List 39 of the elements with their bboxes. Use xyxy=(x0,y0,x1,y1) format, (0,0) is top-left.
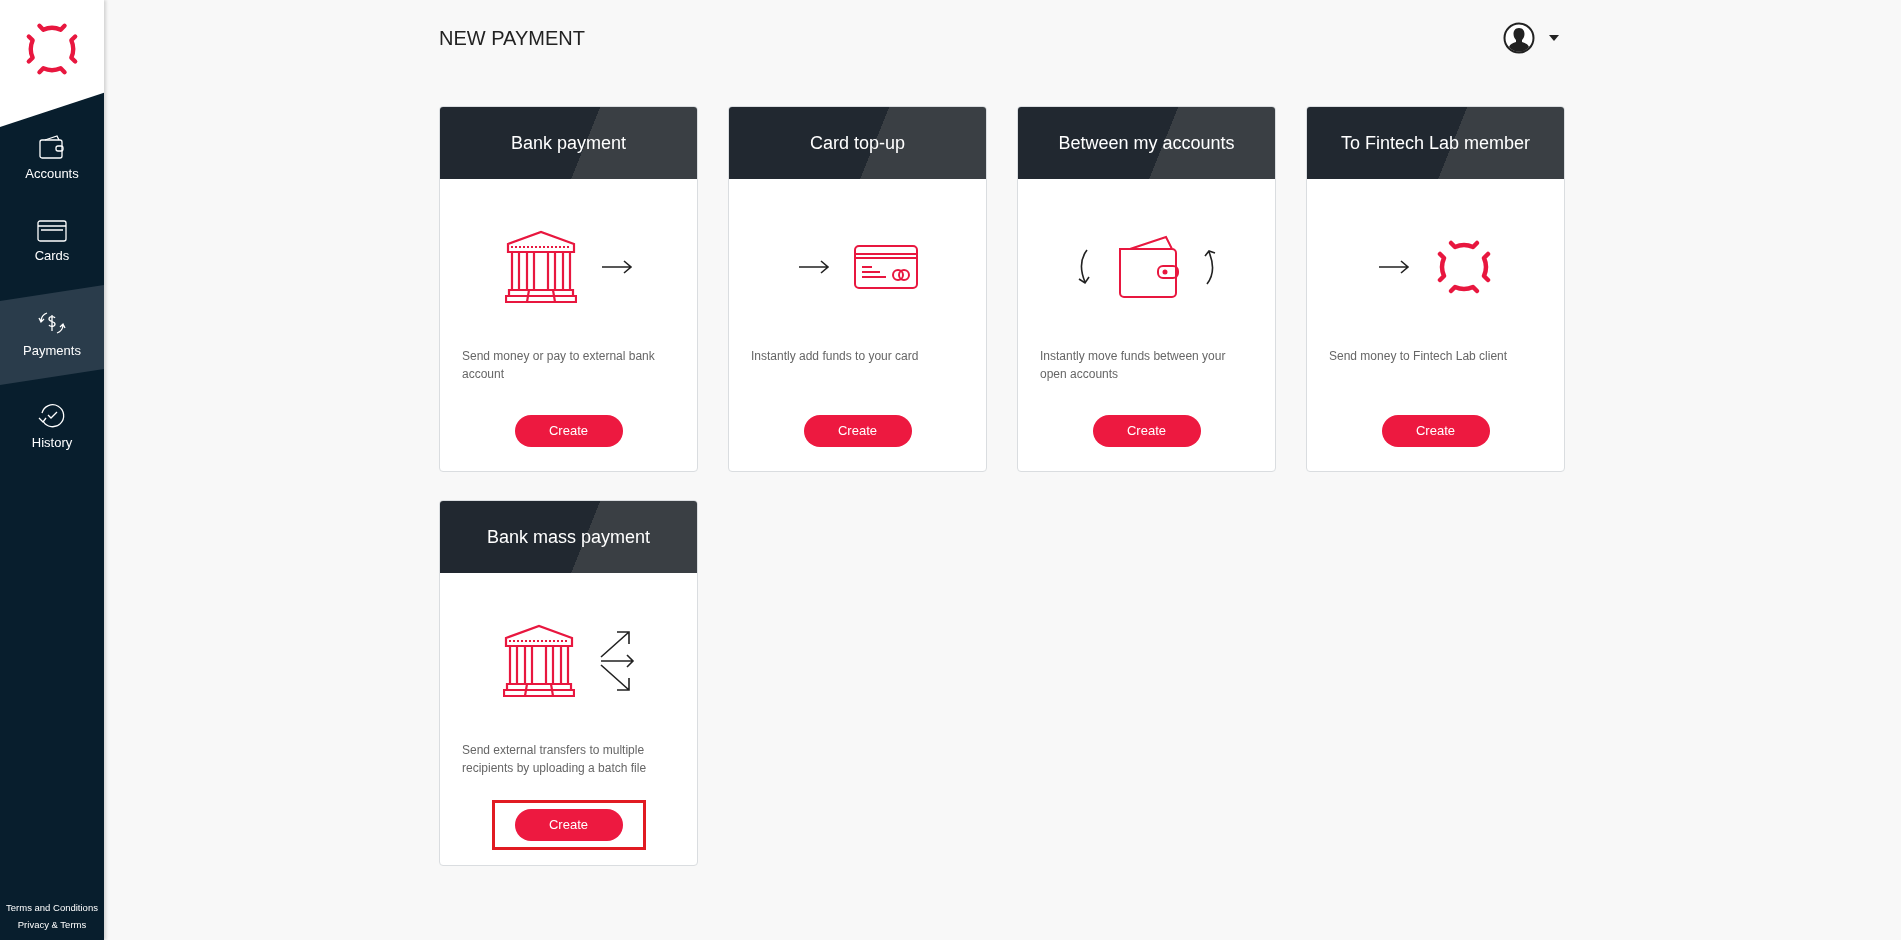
nav-label: Accounts xyxy=(25,165,79,184)
card-description: Send external transfers to multiple recipients by uploading a batch file xyxy=(461,742,648,777)
card-title: Between my accounts xyxy=(1058,131,1235,155)
create-button[interactable]: Create xyxy=(1092,415,1201,447)
sidebar-nav-item[interactable]: Accounts xyxy=(0,117,104,201)
card-title: Bank payment xyxy=(510,131,627,155)
create-button[interactable]: Create xyxy=(514,415,623,447)
avatar-icon[interactable] xyxy=(1503,22,1535,54)
footer-link[interactable]: Terms and Conditions xyxy=(6,900,98,915)
page-title: NEW PAYMENT xyxy=(439,26,585,50)
card-description: Instantly move funds between your open accounts xyxy=(1039,348,1227,383)
credit-card-icon xyxy=(37,220,67,243)
wallet-icon xyxy=(38,134,66,161)
three-arrows-icon xyxy=(598,629,635,693)
nav-label: Cards xyxy=(34,247,70,266)
create-button[interactable]: Create xyxy=(803,415,912,447)
clock-arrow-icon xyxy=(38,401,66,430)
arrow-icon xyxy=(797,259,830,275)
card-description: Send money or pay to external bank account xyxy=(461,348,656,383)
bank-building-icon xyxy=(504,230,577,304)
sidebar-nav-item[interactable]: Cards xyxy=(0,201,104,285)
card-description: Send money to Fintech Lab client xyxy=(1328,348,1509,365)
credit-card-icon xyxy=(853,245,918,289)
arrow-icon xyxy=(1377,259,1410,275)
create-button[interactable]: Create xyxy=(514,809,623,841)
sidebar-nav-item[interactable]: History xyxy=(0,385,104,469)
bank-building-icon xyxy=(502,624,575,698)
card-description: Instantly add funds to your card xyxy=(750,348,920,365)
card-title: Card top-up xyxy=(809,131,906,155)
dropdown-caret-icon[interactable] xyxy=(1549,35,1559,41)
footer-link[interactable]: Privacy & Terms xyxy=(17,917,87,932)
sidebar-nav-item[interactable]: Payments xyxy=(0,285,104,385)
card-title: Bank mass payment xyxy=(486,525,651,549)
nav-label: Payments xyxy=(23,342,81,361)
nav-label: History xyxy=(31,434,73,453)
create-button[interactable]: Create xyxy=(1381,415,1490,447)
card-title: To Fintech Lab member xyxy=(1340,131,1531,155)
arrow-icon xyxy=(600,259,633,275)
curved-arrow-icon xyxy=(1203,248,1218,286)
